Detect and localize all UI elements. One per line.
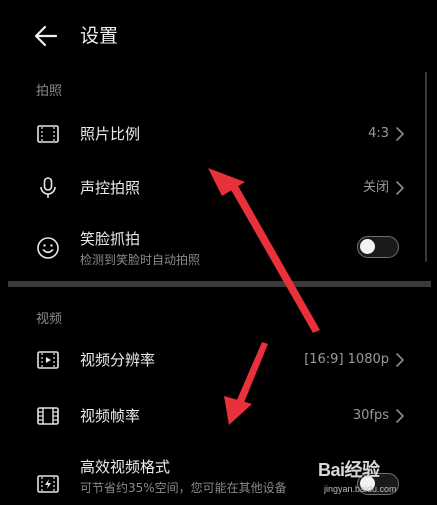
header: 设置: [0, 0, 437, 72]
toggle-knob: [360, 239, 375, 254]
setting-row-smile-capture[interactable]: 笑脸抓拍 检测到笑脸时自动拍照: [0, 220, 437, 276]
row-title: 视频分辨率: [80, 351, 156, 369]
chevron-right-icon: [396, 353, 404, 367]
watermark-url: jingyan.baidu.com: [324, 484, 397, 494]
film-icon: [37, 407, 59, 425]
settings-screen: 设置 拍照 照片比例 4:3 声控拍照 关闭 笑脸抓拍 检测到笑脸时自动拍照 视…: [0, 0, 437, 505]
setting-row-voice-capture[interactable]: 声控拍照 关闭: [0, 162, 437, 214]
section-label-video: 视频: [36, 312, 63, 327]
efficient-video-icon: [37, 475, 59, 493]
row-title: 笑脸抓拍: [80, 230, 141, 248]
watermark: Bai经验 jingyan.baidu.com: [318, 452, 428, 502]
section-label-photo: 拍照: [36, 84, 63, 99]
setting-row-video-resolution[interactable]: 视频分辨率 [16:9] 1080p: [0, 334, 437, 386]
row-subtitle: 可节省约35%空间，您可能在其他设备: [80, 481, 287, 495]
section-divider: [8, 281, 431, 287]
aspect-ratio-icon: [37, 125, 59, 143]
setting-row-photo-ratio[interactable]: 照片比例 4:3: [0, 108, 437, 160]
chevron-right-icon: [396, 409, 404, 423]
back-button[interactable]: [30, 20, 62, 52]
arrow-left-icon: [34, 25, 58, 47]
row-value: 30fps: [352, 408, 389, 423]
row-subtitle: 检测到笑脸时自动拍照: [80, 253, 201, 267]
microphone-icon: [40, 177, 56, 198]
chevron-right-icon: [396, 127, 404, 141]
row-title: 高效视频格式: [80, 458, 171, 476]
page-title: 设置: [80, 25, 119, 47]
chevron-right-icon: [396, 181, 404, 195]
watermark-brand: Bai经验: [318, 460, 380, 480]
row-title: 声控拍照: [80, 179, 141, 197]
row-value: [16:9] 1080p: [304, 352, 389, 367]
smile-icon: [37, 237, 59, 259]
video-resolution-icon: [37, 351, 59, 369]
row-value: 4:3: [368, 126, 389, 141]
row-value: 关闭: [362, 180, 389, 195]
row-title: 视频帧率: [80, 407, 141, 425]
row-title: 照片比例: [80, 125, 141, 143]
setting-row-frame-rate[interactable]: 视频帧率 30fps: [0, 390, 437, 442]
smile-capture-toggle[interactable]: [357, 236, 399, 258]
